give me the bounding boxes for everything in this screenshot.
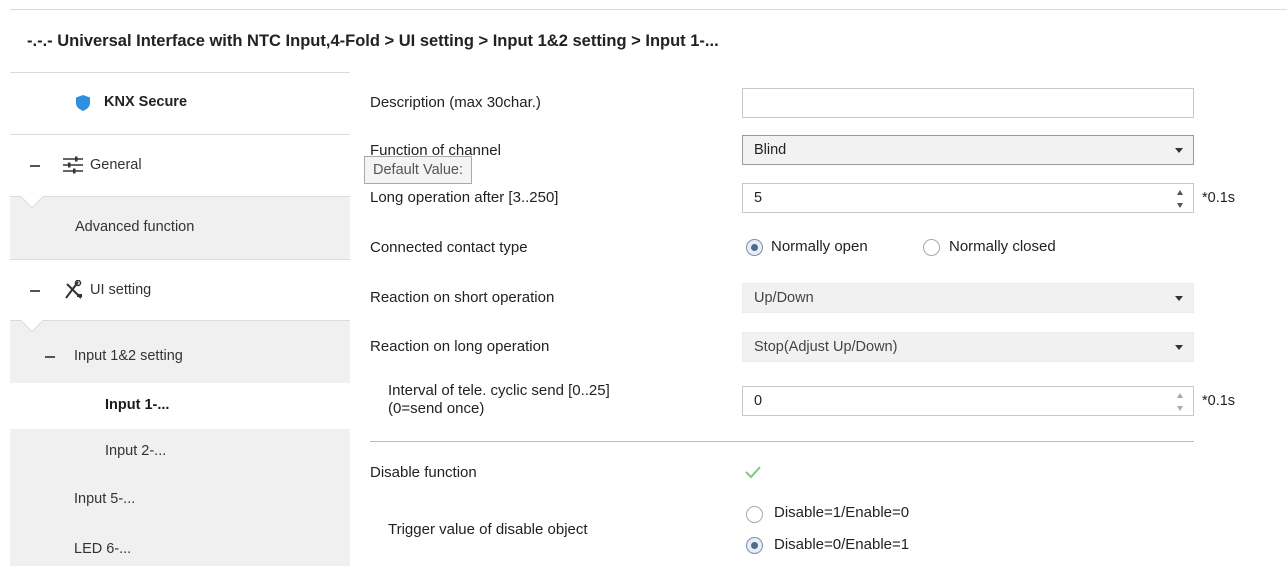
long-operation-stepper[interactable]: 5 — [742, 183, 1194, 213]
description-label: Description (max 30char.) — [370, 94, 541, 111]
select-value: Blind — [754, 142, 787, 158]
normally-open-label: Normally open — [771, 238, 868, 255]
description-input[interactable] — [742, 88, 1194, 118]
sidebar-item-label: KNX Secure — [104, 94, 188, 110]
sliders-icon — [63, 156, 83, 174]
section-divider — [370, 441, 1194, 442]
spinner-arrows-icon[interactable] — [1177, 393, 1185, 411]
sidebar-item-general[interactable]: General — [10, 135, 350, 209]
disable0-enable1-label: Disable=0/Enable=1 — [774, 536, 910, 553]
sidebar-item-label: Input 2-... — [105, 443, 167, 459]
contact-type-label: Connected contact type — [370, 239, 528, 256]
normally-closed-radio[interactable] — [923, 239, 940, 256]
sidebar-item-label: Input 5-... — [74, 491, 136, 507]
sidebar-item-label: General — [90, 157, 142, 173]
window-title: -.-.- Universal Interface with NTC Input… — [27, 32, 719, 50]
chevron-down-icon — [1175, 345, 1183, 350]
sidebar-item-input5[interactable]: Input 5-... — [10, 475, 350, 521]
reaction-short-select[interactable]: Up/Down — [742, 283, 1194, 313]
interval-cyclic-label-line1: Interval of tele. cyclic send [0..25] — [388, 382, 610, 399]
normally-closed-label: Normally closed — [949, 238, 1056, 255]
collapse-icon[interactable] — [30, 165, 40, 167]
reaction-short-label: Reaction on short operation — [370, 289, 555, 306]
spinner-arrows-icon[interactable] — [1177, 190, 1185, 208]
sidebar-item-label: LED 6-... — [74, 541, 132, 557]
reaction-long-label: Reaction on long operation — [370, 338, 550, 355]
stepper-value: 0 — [754, 393, 763, 409]
disable-function-label: Disable function — [370, 464, 477, 481]
select-value: Up/Down — [754, 290, 814, 306]
interval-cyclic-label-line2: (0=send once) — [388, 400, 485, 417]
chevron-down-icon — [1175, 148, 1183, 153]
collapse-icon[interactable] — [30, 290, 40, 292]
sidebar-item-input2[interactable]: Input 2-... — [10, 429, 350, 475]
sidebar-item-label: Input 1&2 setting — [74, 348, 183, 364]
default-value-tooltip: Default Value: — [364, 156, 473, 184]
unit-label: *0.1s — [1202, 190, 1236, 206]
shield-icon — [76, 95, 90, 111]
select-value: Stop(Adjust Up/Down) — [754, 339, 898, 355]
sidebar: KNX Secure General Advanced function UI … — [10, 72, 350, 566]
sidebar-item-led6[interactable]: LED 6-... — [10, 521, 350, 566]
normally-open-radio[interactable] — [746, 239, 763, 256]
sidebar-item-label: Advanced function — [75, 219, 195, 235]
sidebar-item-ui-setting[interactable]: UI setting — [10, 259, 350, 333]
checkmark-icon[interactable] — [744, 464, 762, 485]
sidebar-item-advanced-function[interactable]: Advanced function — [10, 197, 350, 259]
trigger-value-label: Trigger value of disable object — [388, 521, 588, 538]
reaction-long-select[interactable]: Stop(Adjust Up/Down) — [742, 332, 1194, 362]
long-operation-label: Long operation after [3..250] — [370, 189, 559, 206]
unit-label: *0.1s — [1202, 393, 1236, 409]
tools-icon — [64, 280, 84, 300]
sidebar-item-label: Input 1-... — [105, 397, 170, 413]
chevron-down-icon — [1175, 296, 1183, 301]
collapse-icon[interactable] — [45, 356, 55, 358]
disable0-enable1-radio[interactable] — [746, 537, 763, 554]
function-of-channel-select[interactable]: Blind — [742, 135, 1194, 165]
sidebar-item-input12-setting[interactable]: Input 1&2 setting — [10, 321, 350, 383]
title-bar: -.-.- Universal Interface with NTC Input… — [10, 9, 1287, 71]
disable1-enable0-label: Disable=1/Enable=0 — [774, 504, 910, 521]
parameter-panel: Description (max 30char.) Function of ch… — [350, 72, 1287, 566]
interval-cyclic-stepper[interactable]: 0 — [742, 386, 1194, 416]
sidebar-item-knx-secure[interactable]: KNX Secure — [10, 73, 350, 135]
sidebar-item-input1[interactable]: Input 1-... — [10, 383, 350, 429]
stepper-value: 5 — [754, 190, 763, 206]
disable1-enable0-radio[interactable] — [746, 506, 763, 523]
interval-cyclic-label: Interval of tele. cyclic send [0..25] (0… — [388, 382, 610, 418]
sidebar-item-label: UI setting — [90, 282, 152, 298]
